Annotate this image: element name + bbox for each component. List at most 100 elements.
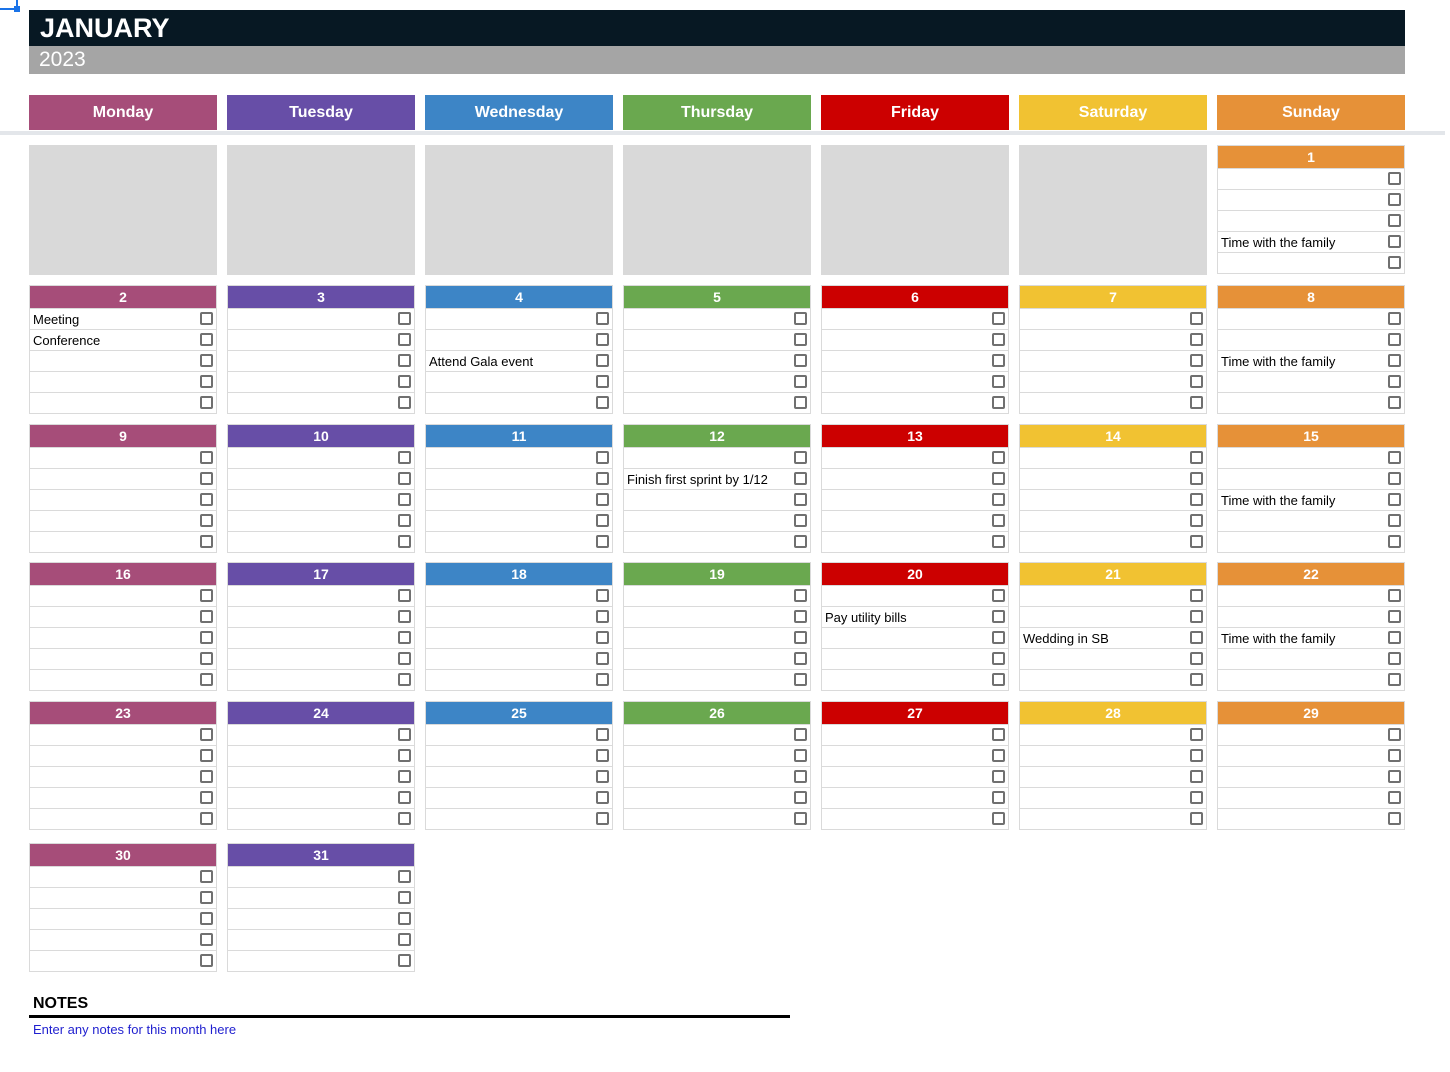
checkbox-icon[interactable] (596, 451, 609, 464)
checkbox-icon[interactable] (200, 333, 213, 346)
task-row[interactable] (1218, 669, 1404, 690)
checkbox-icon[interactable] (1388, 333, 1401, 346)
task-row[interactable] (1020, 447, 1206, 468)
checkbox-icon[interactable] (992, 493, 1005, 506)
checkbox-icon[interactable] (1190, 514, 1203, 527)
task-row[interactable] (228, 392, 414, 413)
task-row[interactable] (1020, 766, 1206, 787)
checkbox-icon[interactable] (200, 749, 213, 762)
checkbox-icon[interactable] (1388, 354, 1401, 367)
task-row[interactable] (228, 531, 414, 552)
task-row[interactable] (1218, 648, 1404, 669)
checkbox-icon[interactable] (992, 472, 1005, 485)
task-row[interactable]: Time with the family (1218, 231, 1404, 252)
task-row[interactable] (1218, 745, 1404, 766)
task-row[interactable] (426, 627, 612, 648)
checkbox-icon[interactable] (200, 673, 213, 686)
task-row[interactable] (822, 585, 1008, 606)
task-row[interactable] (228, 669, 414, 690)
task-row[interactable] (228, 787, 414, 808)
task-row[interactable] (228, 371, 414, 392)
checkbox-icon[interactable] (794, 451, 807, 464)
checkbox-icon[interactable] (1190, 375, 1203, 388)
selection-handle[interactable] (14, 6, 20, 12)
task-row[interactable] (1020, 606, 1206, 627)
task-row[interactable] (30, 531, 216, 552)
checkbox-icon[interactable] (1190, 312, 1203, 325)
task-row[interactable] (30, 950, 216, 971)
task-row[interactable] (426, 585, 612, 606)
checkbox-icon[interactable] (200, 589, 213, 602)
checkbox-icon[interactable] (1190, 812, 1203, 825)
task-row[interactable] (426, 808, 612, 829)
checkbox-icon[interactable] (596, 589, 609, 602)
checkbox-icon[interactable] (200, 396, 213, 409)
checkbox-icon[interactable] (596, 514, 609, 527)
task-row[interactable] (822, 787, 1008, 808)
checkbox-icon[interactable] (1190, 589, 1203, 602)
task-row[interactable] (1020, 648, 1206, 669)
checkbox-icon[interactable] (200, 312, 213, 325)
checkbox-icon[interactable] (1388, 514, 1401, 527)
task-row[interactable] (624, 745, 810, 766)
checkbox-icon[interactable] (398, 933, 411, 946)
task-row[interactable] (30, 745, 216, 766)
checkbox-icon[interactable] (794, 812, 807, 825)
frozen-row-divider[interactable] (0, 131, 1445, 135)
checkbox-icon[interactable] (1190, 652, 1203, 665)
task-row[interactable] (624, 392, 810, 413)
task-row[interactable] (30, 371, 216, 392)
checkbox-icon[interactable] (794, 791, 807, 804)
checkbox-icon[interactable] (1388, 728, 1401, 741)
task-row[interactable] (1020, 350, 1206, 371)
checkbox-icon[interactable] (794, 652, 807, 665)
task-row[interactable] (30, 808, 216, 829)
task-row[interactable] (30, 887, 216, 908)
checkbox-icon[interactable] (992, 354, 1005, 367)
task-row[interactable] (1218, 252, 1404, 273)
checkbox-icon[interactable] (398, 728, 411, 741)
checkbox-icon[interactable] (398, 891, 411, 904)
task-text[interactable]: Time with the family (1221, 493, 1335, 508)
task-row[interactable] (228, 648, 414, 669)
checkbox-icon[interactable] (200, 728, 213, 741)
task-row[interactable] (30, 766, 216, 787)
checkbox-icon[interactable] (992, 791, 1005, 804)
checkbox-icon[interactable] (1388, 193, 1401, 206)
task-row[interactable] (426, 745, 612, 766)
checkbox-icon[interactable] (200, 891, 213, 904)
checkbox-icon[interactable] (596, 749, 609, 762)
checkbox-icon[interactable] (398, 535, 411, 548)
checkbox-icon[interactable] (596, 354, 609, 367)
checkbox-icon[interactable] (200, 770, 213, 783)
checkbox-icon[interactable] (398, 749, 411, 762)
task-row[interactable] (228, 745, 414, 766)
checkbox-icon[interactable] (992, 589, 1005, 602)
checkbox-icon[interactable] (596, 472, 609, 485)
task-text[interactable]: Finish first sprint by 1/12 (627, 472, 768, 487)
checkbox-icon[interactable] (200, 375, 213, 388)
task-row[interactable] (1020, 489, 1206, 510)
checkbox-icon[interactable] (596, 631, 609, 644)
task-row[interactable] (624, 329, 810, 350)
task-row[interactable] (228, 308, 414, 329)
task-row[interactable] (624, 808, 810, 829)
task-row[interactable] (822, 392, 1008, 413)
checkbox-icon[interactable] (596, 493, 609, 506)
task-row[interactable] (822, 766, 1008, 787)
checkbox-icon[interactable] (1388, 749, 1401, 762)
task-row[interactable]: Wedding in SB (1020, 627, 1206, 648)
task-row[interactable] (228, 724, 414, 745)
task-row[interactable] (624, 510, 810, 531)
checkbox-icon[interactable] (398, 673, 411, 686)
task-row[interactable] (426, 648, 612, 669)
task-row[interactable] (30, 447, 216, 468)
task-row[interactable] (30, 585, 216, 606)
checkbox-icon[interactable] (992, 631, 1005, 644)
checkbox-icon[interactable] (992, 333, 1005, 346)
task-row[interactable] (228, 929, 414, 950)
task-row[interactable] (624, 585, 810, 606)
checkbox-icon[interactable] (398, 451, 411, 464)
checkbox-icon[interactable] (398, 812, 411, 825)
task-row[interactable]: Conference (30, 329, 216, 350)
